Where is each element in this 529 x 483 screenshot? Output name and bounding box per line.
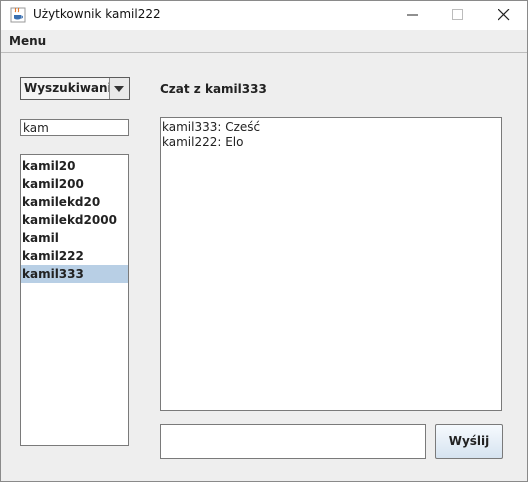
- title-bar[interactable]: Użytkownik kamil222: [1, 1, 527, 30]
- list-item[interactable]: kamil222: [21, 247, 128, 265]
- minimize-icon: [407, 14, 418, 16]
- send-button[interactable]: Wyślij: [435, 424, 503, 459]
- close-icon: [498, 9, 510, 21]
- chat-title: Czat z kamil333: [160, 82, 267, 96]
- chevron-down-icon[interactable]: [109, 78, 129, 99]
- message-input[interactable]: [160, 424, 426, 459]
- mode-select-value: Wyszukiwanie: [24, 81, 120, 95]
- java-cup-icon: [10, 7, 26, 23]
- list-item[interactable]: kamilekd20: [21, 193, 128, 211]
- minimize-button[interactable]: [391, 1, 436, 30]
- maximize-icon: [452, 9, 463, 20]
- menu-bar: Menu: [1, 30, 527, 53]
- mode-select[interactable]: Wyszukiwanie: [20, 77, 130, 100]
- list-item[interactable]: kamilekd2000: [21, 211, 128, 229]
- list-item[interactable]: kamil: [21, 229, 128, 247]
- maximize-button[interactable]: [436, 1, 481, 30]
- window-title: Użytkownik kamil222: [33, 7, 161, 21]
- close-button[interactable]: [482, 1, 527, 30]
- app-window: Użytkownik kamil222 Menu Wyszukiwanie ka…: [0, 0, 528, 482]
- list-item[interactable]: kamil20: [21, 157, 128, 175]
- list-item[interactable]: kamil200: [21, 175, 128, 193]
- search-input[interactable]: [20, 119, 129, 136]
- chat-message: kamil333: Cześć: [162, 120, 261, 134]
- list-item-selected[interactable]: kamil333: [21, 265, 128, 283]
- menu-item-menu[interactable]: Menu: [9, 34, 46, 48]
- chat-history[interactable]: kamil333: Cześć kamil222: Elo: [160, 117, 502, 411]
- user-list[interactable]: kamil20 kamil200 kamilekd20 kamilekd2000…: [20, 154, 129, 446]
- chat-message: kamil222: Elo: [162, 135, 244, 149]
